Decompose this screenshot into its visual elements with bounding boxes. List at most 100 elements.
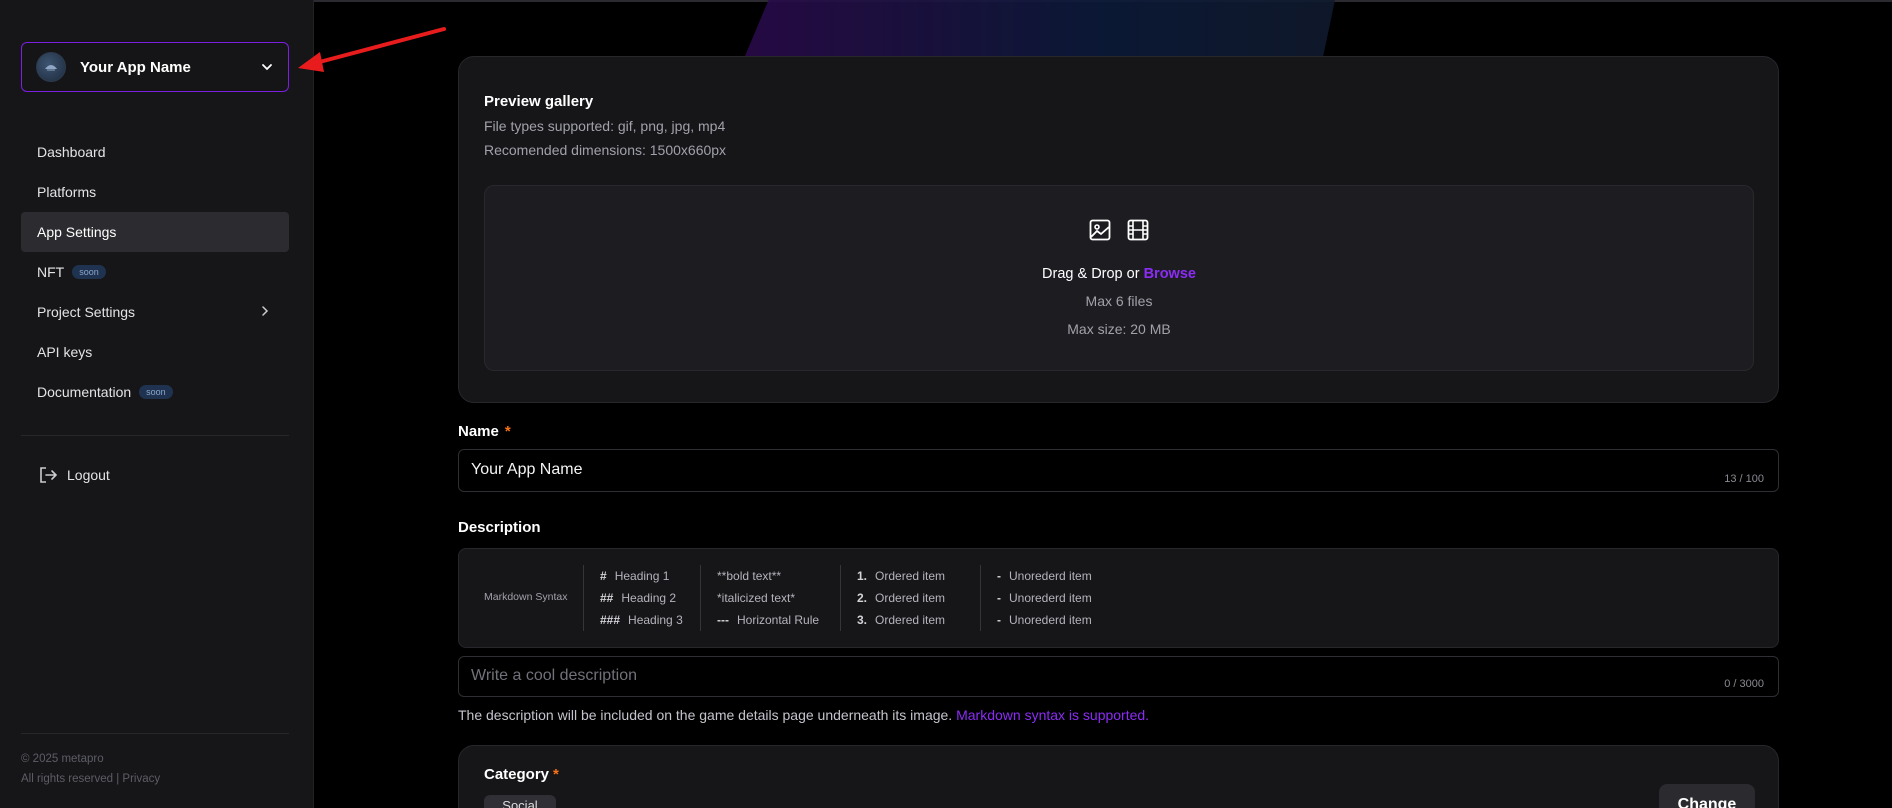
footer-divider [21,733,289,734]
footer-links[interactable]: All rights reserved | Privacy [21,769,160,789]
md-symbol: - [997,613,1001,627]
md-text: Unorederd item [1009,591,1092,605]
chevron-down-icon [262,64,272,71]
sidebar-item-nft[interactable]: NFT soon [21,252,289,292]
change-category-button[interactable]: Change [1659,784,1755,808]
name-label-text: Name [458,423,499,440]
md-symbol: - [997,591,1001,605]
name-char-counter: 13 / 100 [1724,473,1764,485]
md-symbol: - [997,569,1001,583]
md-bold: **bold text** [717,569,782,583]
sidebar: Your App Name Dashboard Platforms App Se… [0,0,314,808]
app-switcher-name: Your App Name [80,58,191,76]
md-text: Ordered item [875,569,946,583]
md-text: Heading 1 [614,569,670,583]
md-symbol: 2. [857,591,868,605]
markdown-help-link[interactable]: Markdown syntax is supported. [956,707,1149,723]
md-unordered-item: - Unorederd item [997,565,1092,587]
app-avatar [36,52,66,82]
soon-badge: soon [72,265,106,279]
sidebar-item-dashboard[interactable]: Dashboard [21,132,289,172]
chevron-right-icon [262,306,269,316]
max-size-text: Max size: 20 MB [1067,321,1171,337]
md-text: Unorederd item [1009,613,1092,627]
description-placeholder: Write a cool description [471,667,637,684]
annotation-arrow-icon [298,27,446,72]
film-icon [1127,219,1149,241]
gallery-dimensions: Recomended dimensions: 1500x660px [484,142,727,158]
name-input[interactable]: Your App Name 13 / 100 [458,449,1779,492]
md-symbol: 3. [857,613,868,627]
md-heading-3: ### Heading 3 [600,609,683,631]
required-marker: * [553,766,559,783]
md-symbol: ## [600,591,614,605]
name-input-value: Your App Name [471,461,583,478]
sidebar-item-label: App Settings [37,224,117,240]
md-unordered-item: - Unorederd item [997,587,1092,609]
image-icon [1089,219,1111,241]
sidebar-item-app-settings[interactable]: App Settings [21,212,289,252]
sidebar-item-project-settings[interactable]: Project Settings [21,292,289,332]
copyright-text: © 2025 metapro [21,753,104,765]
md-unordered-item: - Unorederd item [997,609,1092,631]
md-symbol: ### [600,613,621,627]
md-italic: *italicized text* [717,591,796,605]
logout-label: Logout [67,467,110,483]
description-char-counter: 0 / 3000 [1724,678,1764,690]
description-help-text: The description will be included on the … [458,707,1149,723]
sidebar-nav: Dashboard Platforms App Settings NFT soon… [21,132,289,412]
sidebar-divider [21,435,289,436]
sidebar-item-label: Project Settings [37,304,136,320]
md-text: Ordered item [875,591,946,605]
markdown-headings: # Heading 1 ## Heading 2 ### Heading 3 [583,565,683,631]
dropzone-text: Drag & Drop or Browse [485,266,1753,282]
md-text: Heading 3 [628,613,683,627]
browse-link[interactable]: Browse [1144,266,1196,282]
gallery-dropzone[interactable]: Drag & Drop or Browse Max 6 files Max si… [484,185,1754,371]
sidebar-item-label: Documentation [37,384,132,400]
md-heading-1: # Heading 1 [600,565,683,587]
md-text: Heading 2 [621,591,677,605]
sidebar-footer: © 2025 metapro All rights reserved | Pri… [21,749,160,789]
sidebar-item-api-keys[interactable]: API keys [21,332,289,372]
app-logo-icon [45,65,57,71]
md-hr: --- Horizontal Rule [717,609,819,631]
sidebar-item-label: Dashboard [37,144,106,160]
preview-gallery-card: Preview gallery File types supported: gi… [458,56,1779,403]
logout-button[interactable]: Logout [37,464,110,486]
md-text: Unorederd item [1009,569,1092,583]
category-title-text: Category [484,766,550,783]
dropzone-icons [485,218,1753,242]
max-files-text: Max 6 files [1085,293,1153,309]
drag-drop-label: Drag & Drop or [1042,266,1140,282]
md-ordered-item: 1. Ordered item [857,565,945,587]
logout-icon [40,467,58,483]
description-label: Description [458,519,541,536]
sidebar-item-label: Platforms [37,184,97,200]
md-ordered-item: 3. Ordered item [857,609,945,631]
md-symbol: --- [717,613,729,627]
sidebar-item-documentation[interactable]: Documentation soon [21,372,289,412]
md-ordered-item: 2. Ordered item [857,587,945,609]
md-heading-2: ## Heading 2 [600,587,683,609]
header-glow [745,0,1335,56]
description-textarea[interactable]: Write a cool description 0 / 3000 [458,656,1779,697]
required-marker: * [504,423,511,440]
markdown-syntax-panel: Markdown Syntax # Heading 1 ## Heading 2 #… [458,548,1779,648]
category-title: Category * [484,766,559,783]
name-label: Name * [458,423,511,440]
gallery-file-types: File types supported: gif, png, jpg, mp4 [484,118,726,134]
gallery-title: Preview gallery [484,93,594,110]
md-text: Horizontal Rule [737,613,820,627]
md-symbol: # [600,569,607,583]
help-text: The description will be included on the … [458,707,953,723]
category-card: Category * Social Change [458,745,1779,808]
markdown-unordered-list: - Unorederd item - Unorederd item - Unorede… [980,565,1092,631]
markdown-ordered-list: 1. Ordered item 2. Ordered item 3. Ordered … [840,565,945,631]
soon-badge: soon [139,385,173,399]
md-text: Ordered item [875,613,946,627]
sidebar-item-platforms[interactable]: Platforms [21,172,289,212]
app-switcher[interactable]: Your App Name [21,42,289,92]
category-chip: Social [484,795,556,808]
md-symbol: 1. [857,569,868,583]
